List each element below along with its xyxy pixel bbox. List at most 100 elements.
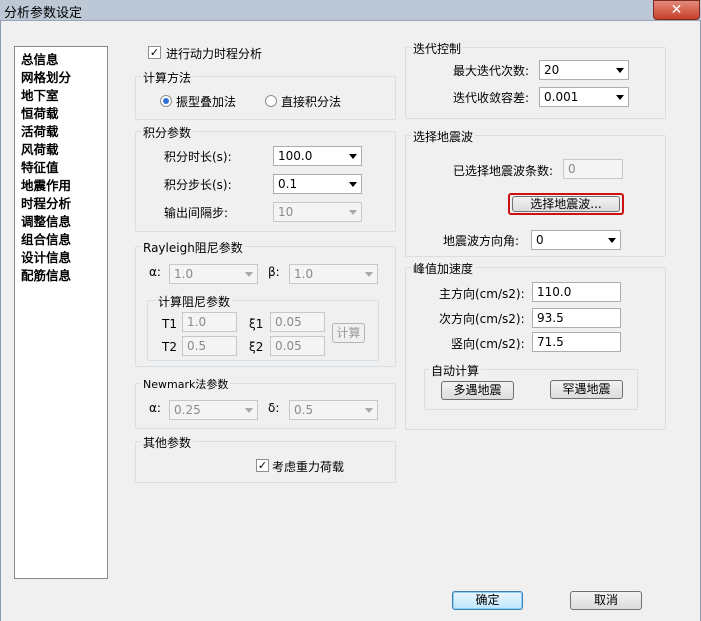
iteration-group bbox=[405, 47, 666, 119]
newmark-delta-value: 0.5 bbox=[294, 403, 314, 417]
t1-label: T1 bbox=[162, 317, 177, 331]
rayleigh-alpha-label: α: bbox=[149, 265, 161, 279]
modal-superposition-label: 振型叠加法 bbox=[176, 95, 237, 109]
close-button[interactable]: ✕ bbox=[653, 0, 700, 20]
gravity-checkbox[interactable]: ✓ bbox=[256, 459, 269, 472]
nav-item-adjust[interactable]: 调整信息 bbox=[21, 211, 71, 230]
newmark-group-title: Newmark法参数 bbox=[141, 376, 231, 392]
method-group-title: 计算方法 bbox=[141, 69, 194, 86]
calc-damping-button[interactable]: 计算 bbox=[332, 323, 365, 343]
nav-item-combination[interactable]: 组合信息 bbox=[21, 229, 71, 248]
t2-value: 0.5 bbox=[187, 339, 207, 353]
step-value: 0.1 bbox=[278, 177, 298, 191]
rayleigh-beta-label: β: bbox=[268, 265, 280, 279]
title-bar: 分析参数设定 ✕ bbox=[0, 0, 701, 21]
dynamic-analysis-checkbox[interactable]: ✓ bbox=[148, 46, 161, 59]
xi1-value: 0.05 bbox=[275, 315, 302, 329]
output-interval-value: 10 bbox=[278, 205, 294, 219]
nav-item-eigen[interactable]: 特征值 bbox=[21, 157, 59, 176]
ok-button[interactable]: 确定 bbox=[452, 591, 523, 610]
duration-value: 100.0 bbox=[278, 149, 313, 163]
output-interval-combo[interactable]: 10 bbox=[273, 202, 362, 222]
nav-item-live-load[interactable]: 活荷载 bbox=[21, 121, 59, 140]
t2-label: T2 bbox=[162, 340, 177, 354]
vertical-field[interactable]: 71.5 bbox=[532, 332, 621, 352]
wave-count-value: 0 bbox=[568, 162, 576, 176]
newmark-delta-label: δ: bbox=[268, 401, 280, 415]
category-list[interactable]: 总信息 网格划分 地下室 恒荷载 活荷载 风荷载 特征值 地震作用 时程分析 调… bbox=[14, 46, 108, 579]
wave-count-label: 已选择地震波条数: bbox=[453, 164, 554, 178]
direct-integration-radio[interactable] bbox=[265, 95, 277, 107]
newmark-alpha-label: α: bbox=[149, 401, 161, 415]
max-iter-combo[interactable]: 20 bbox=[539, 60, 629, 80]
newmark-alpha-combo[interactable]: 0.25 bbox=[169, 400, 258, 420]
nav-item-dead-load[interactable]: 恒荷载 bbox=[21, 103, 59, 122]
chevron-down-icon bbox=[616, 95, 624, 100]
rayleigh-alpha-value: 1.0 bbox=[174, 267, 194, 281]
nav-item-basement[interactable]: 地下室 bbox=[21, 85, 59, 104]
direct-integration-label: 直接积分法 bbox=[281, 95, 342, 109]
xi1-label: ξ1 bbox=[249, 317, 264, 331]
vertical-label: 竖向(cm/s2): bbox=[451, 337, 525, 351]
window-title: 分析参数设定 bbox=[4, 6, 83, 21]
chevron-down-icon bbox=[349, 210, 357, 215]
wave-direction-label: 地震波方向角: bbox=[443, 234, 520, 248]
damping-calc-title: 计算阻尼参数 bbox=[156, 293, 233, 310]
t1-field[interactable]: 1.0 bbox=[182, 312, 237, 332]
modal-superposition-radio[interactable] bbox=[160, 95, 172, 107]
nav-item-general[interactable]: 总信息 bbox=[21, 49, 59, 68]
second-direction-field[interactable]: 93.5 bbox=[532, 308, 621, 328]
tolerance-value: 0.001 bbox=[544, 90, 579, 104]
nav-item-mesh[interactable]: 网格划分 bbox=[21, 67, 71, 86]
nav-item-design[interactable]: 设计信息 bbox=[21, 247, 71, 266]
rayleigh-group-title: Rayleigh阻尼参数 bbox=[141, 239, 245, 256]
nav-item-time-history[interactable]: 时程分析 bbox=[21, 193, 71, 212]
output-interval-label: 输出间隔步: bbox=[164, 206, 229, 220]
main-direction-label: 主方向(cm/s2): bbox=[439, 287, 525, 301]
rayleigh-alpha-combo[interactable]: 1.0 bbox=[169, 264, 258, 284]
max-iter-label: 最大迭代次数: bbox=[453, 64, 530, 78]
gravity-label: 考虑重力荷载 bbox=[272, 460, 345, 474]
chevron-down-icon bbox=[349, 154, 357, 159]
second-direction-label: 次方向(cm/s2): bbox=[439, 312, 525, 326]
rare-earthquake-button[interactable]: 罕遇地震 bbox=[550, 380, 623, 399]
integration-group-title: 积分参数 bbox=[141, 124, 194, 141]
newmark-delta-combo[interactable]: 0.5 bbox=[289, 400, 378, 420]
newmark-alpha-value: 0.25 bbox=[174, 403, 201, 417]
wave-direction-combo[interactable]: 0 bbox=[531, 230, 621, 250]
select-wave-button[interactable]: 选择地震波... bbox=[512, 196, 620, 212]
wave-count-field: 0 bbox=[563, 159, 623, 179]
rayleigh-beta-combo[interactable]: 1.0 bbox=[289, 264, 378, 284]
xi1-field[interactable]: 0.05 bbox=[270, 312, 325, 332]
max-iter-value: 20 bbox=[544, 63, 560, 77]
xi2-field[interactable]: 0.05 bbox=[270, 336, 325, 356]
step-combo[interactable]: 0.1 bbox=[273, 174, 362, 194]
chevron-down-icon bbox=[245, 272, 253, 277]
xi2-value: 0.05 bbox=[275, 339, 302, 353]
chevron-down-icon bbox=[616, 68, 624, 73]
iteration-group-title: 迭代控制 bbox=[411, 40, 464, 57]
chevron-down-icon bbox=[245, 408, 253, 413]
tolerance-label: 迭代收敛容差: bbox=[453, 91, 530, 105]
xi2-label: ξ2 bbox=[249, 340, 264, 354]
t2-field[interactable]: 0.5 bbox=[182, 336, 237, 356]
frequent-earthquake-button[interactable]: 多遇地震 bbox=[441, 381, 514, 400]
nav-item-seismic[interactable]: 地震作用 bbox=[21, 175, 71, 194]
main-direction-field[interactable]: 110.0 bbox=[532, 282, 621, 302]
check-icon: ✓ bbox=[257, 459, 268, 472]
wave-direction-value: 0 bbox=[536, 233, 544, 247]
dynamic-analysis-label: 进行动力时程分析 bbox=[166, 47, 263, 61]
tolerance-combo[interactable]: 0.001 bbox=[539, 87, 629, 107]
nav-item-wind-load[interactable]: 风荷载 bbox=[21, 139, 59, 158]
t1-value: 1.0 bbox=[187, 315, 207, 329]
peak-group-title: 峰值加速度 bbox=[411, 260, 476, 277]
second-direction-value: 93.5 bbox=[537, 311, 564, 325]
cancel-button[interactable]: 取消 bbox=[570, 591, 642, 610]
nav-item-reinforcement[interactable]: 配筋信息 bbox=[21, 265, 71, 284]
duration-combo[interactable]: 100.0 bbox=[273, 146, 362, 166]
auto-calc-title: 自动计算 bbox=[429, 362, 482, 379]
step-label: 积分步长(s): bbox=[164, 178, 232, 192]
main-direction-value: 110.0 bbox=[537, 285, 572, 299]
duration-label: 积分时长(s): bbox=[164, 150, 232, 164]
chevron-down-icon bbox=[365, 272, 373, 277]
